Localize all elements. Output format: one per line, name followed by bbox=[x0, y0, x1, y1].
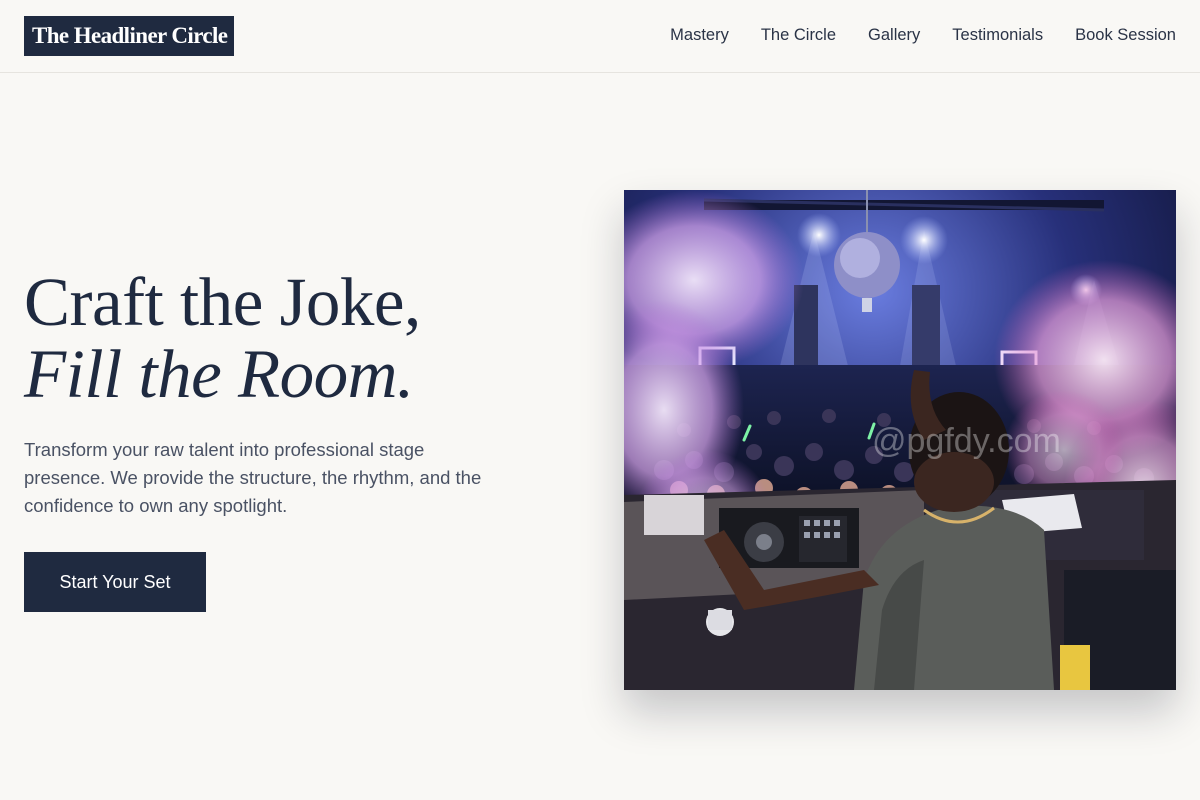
hero-title-line1: Craft the Joke, bbox=[24, 264, 421, 340]
site-header: The Headliner Circle Mastery The Circle … bbox=[0, 0, 1200, 73]
nav-link-book-session[interactable]: Book Session bbox=[1075, 26, 1176, 45]
hero-image: @pgfdy.com bbox=[624, 190, 1176, 690]
main-nav: Mastery The Circle Gallery Testimonials … bbox=[670, 24, 1176, 46]
nav-link-mastery[interactable]: Mastery bbox=[670, 26, 729, 45]
dj-crowd-photo: @pgfdy.com bbox=[624, 190, 1176, 690]
hero-title: Craft the Joke, Fill the Room. bbox=[24, 266, 584, 410]
nav-link-testimonials[interactable]: Testimonials bbox=[952, 26, 1043, 45]
hero-title-line2: Fill the Room. bbox=[24, 336, 414, 412]
nav-link-gallery[interactable]: Gallery bbox=[868, 26, 920, 45]
start-your-set-button[interactable]: Start Your Set bbox=[24, 552, 206, 612]
nav-link-the-circle[interactable]: The Circle bbox=[761, 26, 836, 45]
site-logo[interactable]: The Headliner Circle bbox=[24, 16, 235, 56]
hero-description: Transform your raw talent into professio… bbox=[24, 439, 482, 516]
image-watermark: @pgfdy.com bbox=[872, 422, 1061, 460]
